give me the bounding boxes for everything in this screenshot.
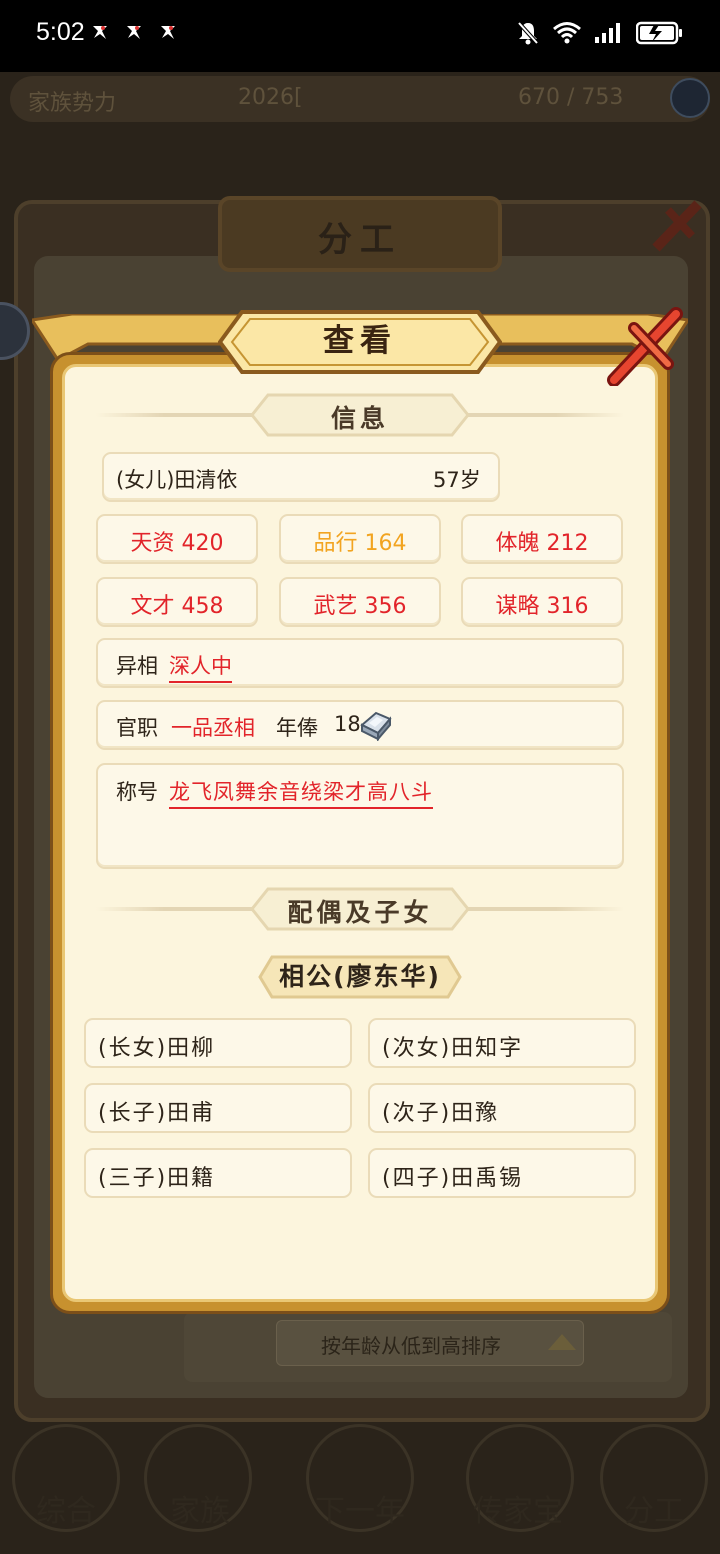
section-divider bbox=[454, 413, 624, 417]
child-button[interactable]: (次女)田知字 bbox=[368, 1018, 636, 1068]
background-close-icon bbox=[652, 200, 702, 252]
person-age: 57岁 bbox=[433, 468, 481, 492]
titles-value[interactable]: 龙飞凤舞余音绕梁才高八斗 bbox=[169, 776, 433, 809]
section-divider bbox=[96, 413, 266, 417]
mute-bell-icon bbox=[517, 21, 539, 45]
status-bar: 5:02 bbox=[0, 0, 720, 72]
info-section-title: 信息 bbox=[330, 404, 389, 433]
stat-morality: 品行 164 bbox=[313, 531, 407, 556]
app-notif-icon bbox=[93, 26, 107, 39]
wifi-icon bbox=[553, 22, 581, 44]
spouse-name[interactable]: 相公(廖东华) bbox=[258, 957, 462, 993]
close-icon[interactable] bbox=[606, 306, 692, 386]
section-divider bbox=[96, 907, 266, 911]
child-label: (三子)田籍 bbox=[98, 1166, 216, 1191]
bg-nav-item: 下一年 bbox=[315, 1494, 405, 1529]
section-divider bbox=[454, 907, 624, 911]
signal-icon bbox=[595, 23, 620, 43]
bg-nav-item: 综合 bbox=[36, 1494, 96, 1529]
battery-icon bbox=[636, 21, 682, 45]
silver-ingot-icon bbox=[360, 711, 392, 741]
salary-label: 年俸 bbox=[276, 716, 318, 740]
child-label: (四子)田禹锡 bbox=[382, 1166, 524, 1191]
child-label: (次女)田知字 bbox=[382, 1036, 524, 1061]
stat-talent: 天资 420 bbox=[130, 531, 224, 556]
child-button[interactable]: (长子)田甫 bbox=[84, 1083, 352, 1133]
child-label: (长子)田甫 bbox=[98, 1101, 216, 1126]
background-topbar: 家族势力 2026[ 670 / 753 bbox=[10, 76, 710, 122]
status-time: 5:02 bbox=[36, 18, 85, 46]
background-sort-label: 按年龄从低到高排序 bbox=[321, 1334, 501, 1358]
bg-topbar-mid: 2026[ bbox=[238, 85, 303, 110]
stat-strategy: 谋略 316 bbox=[495, 594, 589, 619]
child-button[interactable]: (三子)田籍 bbox=[84, 1148, 352, 1198]
salary-value: 18 bbox=[334, 712, 361, 736]
child-button[interactable]: (长女)田柳 bbox=[84, 1018, 352, 1068]
child-label: (长女)田柳 bbox=[98, 1036, 216, 1061]
background-panel-title: 分工 bbox=[318, 220, 402, 260]
bg-topbar-right: 670 / 753 bbox=[518, 85, 624, 110]
sort-triangle-icon bbox=[548, 1334, 576, 1350]
bg-nav-item: 分工 bbox=[624, 1494, 684, 1529]
app-notif-icon bbox=[161, 26, 175, 39]
titles-label: 称号 bbox=[116, 780, 158, 804]
dialog-title: 查看 bbox=[323, 323, 397, 359]
bg-nav-item: 传家宝 bbox=[473, 1494, 563, 1529]
office-label: 官职 bbox=[116, 716, 158, 740]
stat-martial: 武艺 356 bbox=[313, 594, 407, 619]
office-rank: 一品丞相 bbox=[171, 716, 255, 740]
stat-physique: 体魄 212 bbox=[495, 531, 589, 556]
child-button[interactable]: (次子)田豫 bbox=[368, 1083, 636, 1133]
notification-icons bbox=[90, 22, 178, 42]
help-icon bbox=[670, 78, 710, 118]
child-label: (次子)田豫 bbox=[382, 1101, 500, 1126]
stat-literary: 文才 458 bbox=[130, 594, 224, 619]
family-section-title: 配偶及子女 bbox=[287, 898, 433, 927]
person-name: (女儿)田清依 bbox=[116, 468, 238, 492]
status-right-icons bbox=[516, 20, 684, 46]
trait-value[interactable]: 深人中 bbox=[169, 650, 232, 683]
app-notif-icon bbox=[127, 26, 141, 39]
trait-label: 异相 bbox=[116, 654, 158, 678]
bg-topbar-left: 家族势力 bbox=[28, 91, 117, 116]
child-button[interactable]: (四子)田禹锡 bbox=[368, 1148, 636, 1198]
bg-nav-item: 家族 bbox=[170, 1494, 230, 1529]
